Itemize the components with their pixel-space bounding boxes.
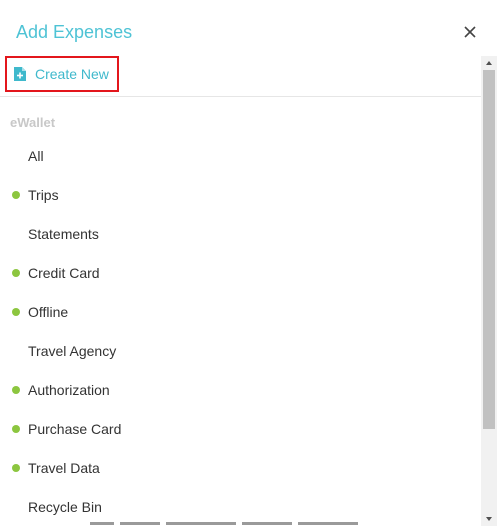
list-item-travel-agency[interactable]: Travel Agency [0,331,481,370]
list-item-label: All [28,147,44,164]
status-dot [12,463,20,472]
scroll-down-arrow-icon[interactable] [481,512,497,526]
scroll-up-arrow-icon[interactable] [481,56,497,70]
status-dot [12,307,20,316]
section-title-ewallet: eWallet [10,115,56,130]
list-item-label: Purchase Card [28,420,122,437]
list-item-label: Trips [28,186,59,203]
list-item-credit-card[interactable]: Credit Card [0,253,481,292]
panel-body: Create New eWallet All Trips Statements … [0,56,481,526]
status-dot [12,268,20,277]
list-item-label: Authorization [28,381,110,398]
list-item-label: Travel Agency [28,342,117,359]
list-item-all[interactable]: All [0,136,481,175]
list-item-statements[interactable]: Statements [0,214,481,253]
status-dot [12,190,20,199]
vertical-scrollbar[interactable] [481,56,497,526]
create-new-label: Create New [35,66,109,82]
scrollbar-thumb[interactable] [483,70,495,429]
list-item-label: Travel Data [28,459,100,476]
document-add-icon [14,67,26,81]
status-dot [12,424,20,433]
add-expenses-panel: Add Expenses Create New eWallet All Trip… [0,0,497,526]
divider [0,96,481,97]
list-item-label: Recycle Bin [28,498,102,515]
list-item-label: Credit Card [28,264,100,281]
panel-header: Add Expenses [0,0,497,56]
create-new-button[interactable]: Create New [5,56,119,92]
list-item-offline[interactable]: Offline [0,292,481,331]
list-item-purchase-card[interactable]: Purchase Card [0,409,481,448]
list-item-label: Statements [28,225,99,242]
list-item-authorization[interactable]: Authorization [0,370,481,409]
clipped-content-below [90,517,450,525]
status-dot [12,385,20,394]
list-item-trips[interactable]: Trips [0,175,481,214]
list-item-label: Offline [28,303,69,320]
close-icon[interactable] [462,24,478,40]
list-item-travel-data[interactable]: Travel Data [0,448,481,487]
ewallet-list: All Trips Statements Credit Card Offline… [0,136,481,526]
panel-title: Add Expenses [16,22,133,42]
